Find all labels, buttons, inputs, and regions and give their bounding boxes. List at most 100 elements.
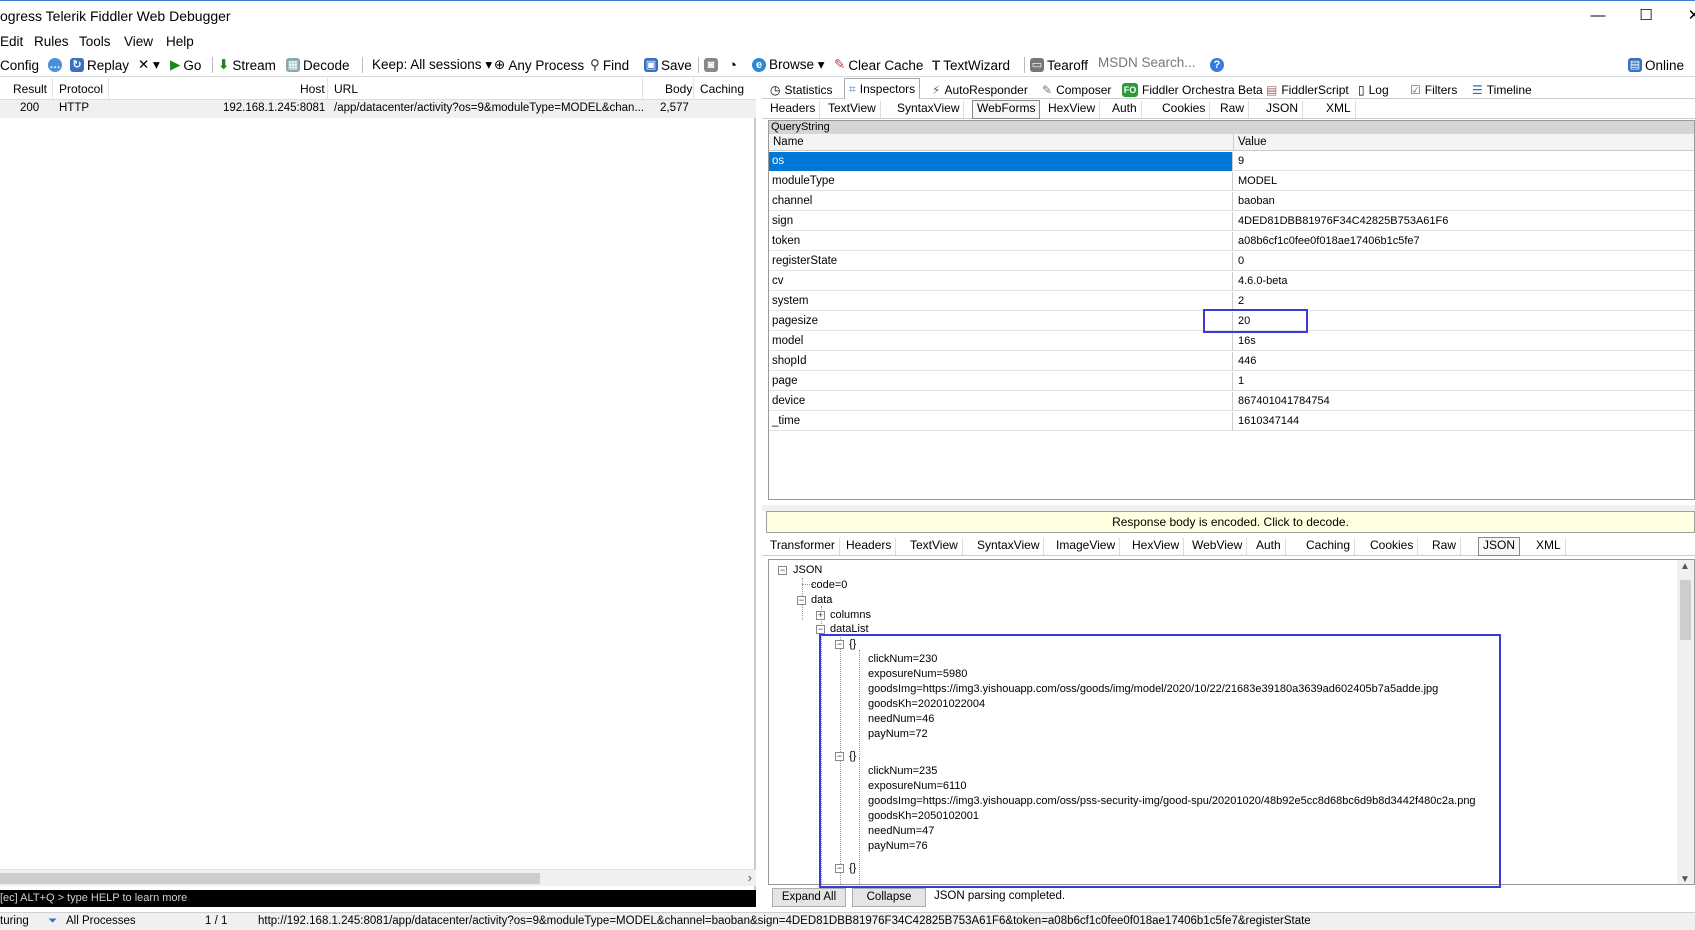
json-item2-exposurenum[interactable]: exposureNum=6110 — [868, 780, 967, 792]
expand-all-button[interactable]: Expand All — [772, 888, 846, 907]
stream-button[interactable]: ⬇ Stream — [218, 55, 276, 75]
quickexec-input[interactable]: [ec] ALT+Q > type HELP to learn more — [0, 890, 756, 907]
menu-tools[interactable]: Tools — [79, 34, 111, 49]
json-item2-clicknum[interactable]: clickNum=235 — [868, 765, 937, 777]
screenshot-button[interactable]: ◙ — [704, 55, 718, 75]
tab-composer[interactable]: ✎ Composer — [1038, 80, 1115, 99]
json-code[interactable]: code=0 — [811, 579, 847, 591]
menu-help[interactable]: Help — [166, 34, 194, 49]
req-tab-webforms[interactable]: WebForms — [972, 100, 1041, 119]
tab-timeline[interactable]: ☰ Timeline — [1468, 80, 1536, 99]
scroll-up-icon[interactable]: ▲ — [1680, 561, 1690, 572]
msdn-search-input[interactable]: MSDN Search... — [1098, 55, 1208, 74]
json-vscrollbar[interactable]: ▲ ▼ — [1677, 560, 1694, 884]
resp-tab-json[interactable]: JSON — [1478, 537, 1521, 556]
json-item2-goodsimg[interactable]: goodsImg=https://img3.yishouapp.com/oss/… — [868, 795, 1476, 807]
req-tab-headers[interactable]: Headers — [766, 101, 821, 118]
querystring-row[interactable]: page 1 — [769, 372, 1694, 391]
maximize-button[interactable]: ☐ — [1634, 5, 1658, 27]
json-item2-paynum[interactable]: payNum=76 — [868, 840, 928, 852]
querystring-row[interactable]: os 9 — [769, 152, 1694, 171]
querystring-row[interactable]: system 2 — [769, 292, 1694, 311]
collapse-item3-icon[interactable]: − — [835, 864, 844, 873]
name-column-header[interactable]: Name — [773, 136, 804, 148]
textwizard-button[interactable]: T TextWizard — [932, 55, 1010, 75]
go-button[interactable]: ▶ Go — [170, 55, 201, 75]
replay-button[interactable]: ↻ Replay — [70, 55, 129, 75]
resp-tab-xml[interactable]: XML — [1532, 538, 1566, 555]
querystring-row[interactable]: pagesize 20 — [769, 312, 1694, 331]
online-indicator[interactable]: ▤ Online — [1628, 55, 1684, 75]
resp-tab-imageview[interactable]: ImageView — [1052, 538, 1121, 555]
column-result[interactable]: Result — [13, 82, 47, 96]
capture-status[interactable]: turing — [0, 915, 29, 927]
json-item3[interactable]: {} — [849, 862, 856, 874]
json-item1-paynum[interactable]: payNum=72 — [868, 728, 928, 740]
querystring-row[interactable]: token a08b6cf1c0fee0f018ae17406b1c5fe7 — [769, 232, 1694, 251]
json-item1-goodsimg[interactable]: goodsImg=https://img3.yishouapp.com/oss/… — [868, 683, 1438, 695]
value-column-header[interactable]: Value — [1238, 136, 1267, 148]
resp-tab-textview[interactable]: TextView — [906, 538, 963, 555]
menu-view[interactable]: View — [124, 34, 153, 49]
tab-fiddlerscript[interactable]: ▤ FiddlerScript — [1262, 80, 1353, 99]
resp-tab-syntaxview[interactable]: SyntaxView — [973, 538, 1045, 555]
process-filter[interactable]: All Processes — [66, 915, 136, 927]
collapse-datalist-icon[interactable]: − — [816, 625, 825, 634]
resp-tab-webview[interactable]: WebView — [1188, 538, 1248, 555]
req-tab-textview[interactable]: TextView — [824, 101, 881, 118]
tab-filters[interactable]: ☑ Filters — [1406, 80, 1461, 99]
tab-fiddler-orchestra[interactable]: FO Fiddler Orchestra Beta — [1118, 80, 1267, 99]
json-item1-neednum[interactable]: needNum=46 — [868, 713, 934, 725]
decode-button[interactable]: ▦ Decode — [286, 55, 350, 75]
querystring-row[interactable]: registerState 0 — [769, 252, 1694, 271]
querystring-row[interactable]: cv 4.6.0-beta — [769, 272, 1694, 291]
browse-button[interactable]: e Browse ▾ — [752, 55, 825, 75]
scroll-right-icon[interactable]: › — [748, 870, 752, 885]
menu-rules[interactable]: Rules — [34, 34, 69, 49]
json-root[interactable]: JSON — [793, 564, 822, 576]
json-item1-exposurenum[interactable]: exposureNum=5980 — [868, 668, 967, 680]
scroll-thumb[interactable] — [0, 873, 540, 884]
resp-tab-cookies[interactable]: Cookies — [1366, 538, 1419, 555]
config-button[interactable]: Config — [0, 55, 39, 75]
resp-tab-transformer[interactable]: Transformer — [766, 538, 840, 555]
resp-tab-auth[interactable]: Auth — [1252, 538, 1286, 555]
querystring-row[interactable]: model 16s — [769, 332, 1694, 351]
json-data[interactable]: data — [811, 594, 832, 606]
req-tab-auth[interactable]: Auth — [1108, 101, 1142, 118]
remove-button[interactable]: ✕ ▾ — [138, 55, 160, 75]
resp-tab-caching[interactable]: Caching — [1302, 538, 1356, 555]
help-button[interactable]: ? — [1210, 55, 1224, 75]
json-columns[interactable]: columns — [830, 609, 871, 621]
tab-log[interactable]: ▯ Log — [1354, 80, 1393, 99]
close-button[interactable]: ✕ — [1682, 5, 1695, 27]
comment-button[interactable]: … — [48, 55, 62, 75]
collapse-item2-icon[interactable]: − — [835, 752, 844, 761]
tab-inspectors[interactable]: ⌗ Inspectors — [844, 78, 921, 99]
timer-button[interactable]: ◔ — [728, 55, 737, 75]
req-tab-cookies[interactable]: Cookies — [1158, 101, 1211, 118]
resp-tab-hexview[interactable]: HexView — [1128, 538, 1185, 555]
querystring-row[interactable]: channel baoban — [769, 192, 1694, 211]
column-body[interactable]: Body — [665, 82, 692, 96]
querystring-row[interactable]: _time 1610347144 — [769, 412, 1694, 431]
collapse-item1-icon[interactable]: − — [835, 640, 844, 649]
json-item2-goodskh[interactable]: goodsKh=2050102001 — [868, 810, 979, 822]
tearoff-button[interactable]: ▭ Tearoff — [1030, 55, 1088, 75]
querystring-row[interactable]: sign 4DED81DBB81976F34C42825B753A61F6 — [769, 212, 1694, 231]
menu-edit[interactable]: Edit — [0, 34, 23, 49]
collapse-button[interactable]: Collapse — [852, 888, 926, 907]
json-datalist[interactable]: dataList — [830, 623, 869, 635]
scroll-down-icon[interactable]: ▼ — [1680, 874, 1690, 884]
resp-tab-headers[interactable]: Headers — [842, 538, 897, 555]
querystring-row[interactable]: device 867401041784754 — [769, 392, 1694, 411]
json-item1-clicknum[interactable]: clickNum=230 — [868, 653, 937, 665]
req-tab-hexview[interactable]: HexView — [1044, 101, 1101, 118]
resp-tab-raw[interactable]: Raw — [1428, 538, 1462, 555]
column-protocol[interactable]: Protocol — [59, 82, 103, 96]
tab-autoresponder[interactable]: ⚡ AutoResponder — [928, 80, 1032, 99]
json-item2-neednum[interactable]: needNum=47 — [868, 825, 934, 837]
req-tab-json[interactable]: JSON — [1262, 101, 1304, 118]
expand-columns-icon[interactable]: + — [816, 611, 825, 620]
req-tab-raw[interactable]: Raw — [1216, 101, 1250, 118]
